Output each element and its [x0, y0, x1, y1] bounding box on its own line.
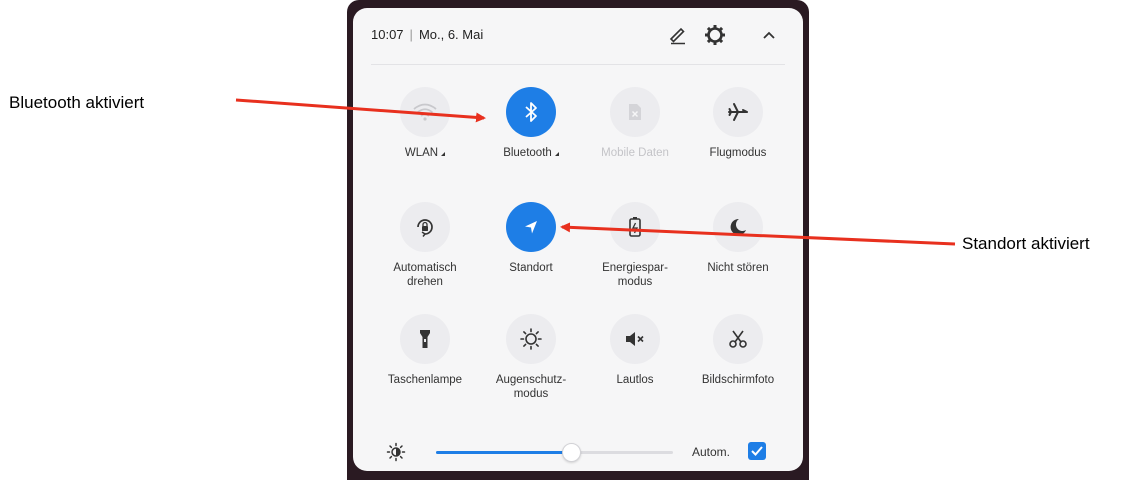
tile-label: Mobile Daten — [601, 147, 669, 159]
brightness-slider-fill — [436, 451, 572, 454]
location-icon — [506, 202, 556, 252]
auto-rotate-icon — [400, 202, 450, 252]
brightness-row: Autom. — [353, 433, 803, 471]
mute-icon — [610, 314, 660, 364]
tile-flugmodus[interactable]: Flugmodus — [688, 87, 788, 197]
tile-standort[interactable]: Standort — [481, 202, 581, 312]
clock-time: 10:07 — [371, 27, 404, 42]
quick-settings-panel: 10:07 | Mo., 6. Mai WLAN Bluetooth Mobil… — [353, 8, 803, 471]
tile-label: Lautlos — [616, 374, 654, 386]
battery-icon — [610, 202, 660, 252]
date-label: Mo., 6. Mai — [418, 27, 484, 42]
tile-label: Augenschutz- modus — [495, 374, 567, 400]
header-divider — [371, 64, 785, 65]
auto-brightness-label: Autom. — [692, 445, 731, 459]
tile-label: Taschenlampe — [387, 374, 463, 386]
scissors-icon — [713, 314, 763, 364]
brightness-slider-thumb[interactable] — [562, 443, 582, 462]
tile-taschenlampe[interactable]: Taschenlampe — [375, 314, 475, 424]
tile-label: Energiespar- modus — [602, 262, 668, 288]
moon-icon — [713, 202, 763, 252]
tile-energiesparmodus[interactable]: Energiespar- modus — [585, 202, 685, 312]
panel-header: 10:07 | Mo., 6. Mai — [353, 8, 803, 62]
tile-label: Flugmodus — [709, 147, 767, 159]
auto-brightness-checkbox[interactable] — [748, 442, 766, 460]
tile-label: Standort — [509, 262, 553, 274]
tile-label: Bildschirmfoto — [701, 374, 775, 386]
tile-wlan[interactable]: WLAN — [375, 87, 475, 197]
checkmark-icon — [751, 446, 763, 456]
gear-icon[interactable] — [702, 22, 728, 48]
airplane-icon — [713, 87, 763, 137]
tile-nicht-stoeren[interactable]: Nicht stören — [688, 202, 788, 312]
tile-label: Bluetooth — [503, 147, 552, 159]
tile-lautlos[interactable]: Lautlos — [585, 314, 685, 424]
tile-auto-rotate[interactable]: Automatisch drehen — [375, 202, 475, 312]
eye-comfort-icon — [506, 314, 556, 364]
tile-augenschutzmodus[interactable]: Augenschutz- modus — [481, 314, 581, 424]
edit-icon[interactable] — [665, 22, 691, 48]
wifi-icon — [400, 87, 450, 137]
flashlight-icon — [400, 314, 450, 364]
callout-location: Standort aktiviert — [962, 234, 1090, 253]
bluetooth-icon — [506, 87, 556, 137]
mobile-data-icon — [610, 87, 660, 137]
tile-label: Nicht stören — [707, 262, 769, 274]
dropdown-indicator-icon — [554, 152, 559, 156]
tile-mobile-data: Mobile Daten — [585, 87, 685, 197]
tile-bluetooth[interactable]: Bluetooth — [481, 87, 581, 197]
tile-label: Automatisch drehen — [393, 262, 457, 288]
brightness-icon — [386, 442, 406, 467]
brightness-slider[interactable] — [436, 443, 673, 462]
dropdown-indicator-icon — [441, 152, 446, 156]
tile-label: WLAN — [404, 147, 439, 159]
callout-bluetooth: Bluetooth aktiviert — [9, 93, 145, 112]
tile-bildschirmfoto[interactable]: Bildschirmfoto — [688, 314, 788, 424]
chevron-up-icon[interactable] — [756, 22, 782, 48]
